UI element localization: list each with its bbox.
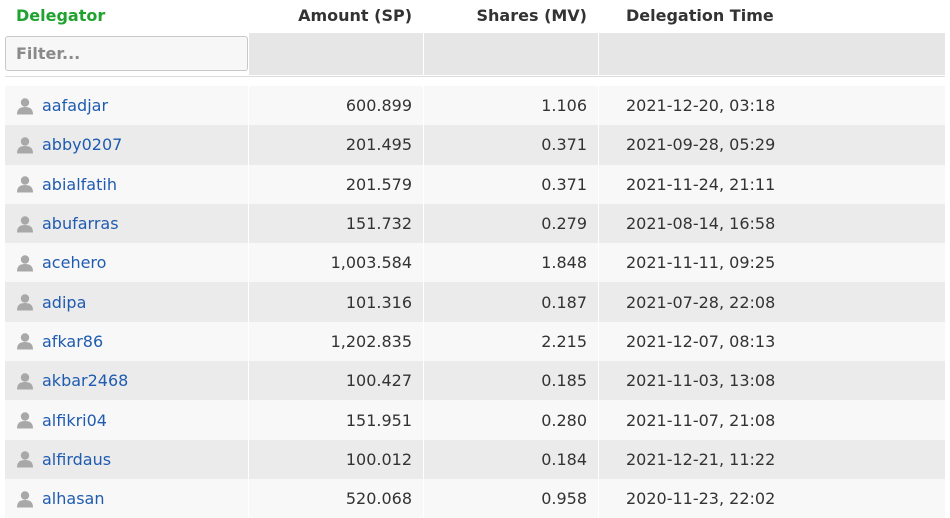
shares-cell: 2.215 (424, 321, 598, 362)
amount-cell: 520.068 (249, 478, 423, 518)
filter-cell-time (599, 33, 945, 75)
user-avatar-icon (16, 332, 34, 350)
delegation-time-cell: 2021-11-07, 21:08 (599, 400, 945, 440)
delegator-cell: adipa (5, 282, 248, 322)
delegator-link[interactable]: adipa (42, 293, 86, 312)
shares-cell: 0.280 (424, 400, 598, 440)
table-row: alhasan 520.068 0.958 2020-11-23, 22:02 (0, 478, 950, 518)
user-avatar-icon (16, 136, 34, 154)
shares-cell: 0.958 (424, 478, 598, 518)
delegator-link[interactable]: aafadjar (42, 96, 108, 115)
table-body: aafadjar 600.899 1.106 2021-12-20, 03:18 abb… (0, 86, 950, 518)
filter-cell-amount (249, 33, 423, 75)
delegation-time-cell: 2021-12-20, 03:18 (599, 86, 945, 126)
table-row: alfikri04 151.951 0.280 2021-11-07, 21:08 (0, 400, 950, 440)
amount-cell: 151.951 (249, 400, 423, 440)
delegator-link[interactable]: acehero (42, 253, 106, 272)
shares-cell: 1.106 (424, 86, 598, 126)
delegator-cell: alfikri04 (5, 400, 248, 440)
table-row: aafadjar 600.899 1.106 2021-12-20, 03:18 (0, 86, 950, 126)
amount-cell: 1,003.584 (249, 243, 423, 283)
table-row: abby0207 201.495 0.371 2021-09-28, 05:29 (0, 125, 950, 165)
delegator-link[interactable]: abby0207 (42, 135, 122, 154)
amount-cell: 201.495 (249, 125, 423, 165)
delegator-link[interactable]: abufarras (42, 214, 119, 233)
delegator-cell: afkar86 (5, 321, 248, 362)
column-header-delegation-time[interactable]: Delegation Time (599, 0, 945, 32)
amount-cell: 101.316 (249, 282, 423, 322)
delegator-link[interactable]: afkar86 (42, 332, 103, 351)
table-row: acehero 1,003.584 1.848 2021-11-11, 09:25 (0, 243, 950, 283)
shares-cell: 0.371 (424, 125, 598, 165)
delegator-cell: akbar2468 (5, 361, 248, 401)
delegator-cell: abby0207 (5, 125, 248, 165)
delegation-time-cell: 2021-12-21, 11:22 (599, 439, 945, 479)
user-avatar-icon (16, 490, 34, 508)
filter-cell-shares (424, 33, 598, 75)
user-avatar-icon (16, 175, 34, 193)
table-row: afkar86 1,202.835 2.215 2021-12-07, 08:13 (0, 321, 950, 362)
delegator-cell: aafadjar (5, 86, 248, 126)
table-row: akbar2468 100.427 0.185 2021-11-03, 13:08 (0, 361, 950, 401)
amount-cell: 100.012 (249, 439, 423, 479)
shares-cell: 0.279 (424, 203, 598, 244)
shares-cell: 0.185 (424, 361, 598, 401)
user-avatar-icon (16, 411, 34, 429)
delegator-cell: abialfatih (5, 164, 248, 204)
delegation-time-cell: 2021-11-11, 09:25 (599, 243, 945, 283)
delegator-link[interactable]: akbar2468 (42, 371, 128, 390)
delegator-cell: alfirdaus (5, 439, 248, 479)
delegation-time-cell: 2021-07-28, 22:08 (599, 282, 945, 322)
column-header-amount[interactable]: Amount (SP) (249, 0, 423, 32)
amount-cell: 100.427 (249, 361, 423, 401)
amount-cell: 600.899 (249, 86, 423, 126)
amount-cell: 201.579 (249, 164, 423, 204)
shares-cell: 1.848 (424, 243, 598, 283)
delegator-cell: abufarras (5, 203, 248, 244)
user-avatar-icon (16, 97, 34, 115)
delegator-cell: alhasan (5, 478, 248, 518)
table-row: alfirdaus 100.012 0.184 2021-12-21, 11:22 (0, 439, 950, 479)
delegation-time-cell: 2020-11-23, 22:02 (599, 478, 945, 518)
shares-cell: 0.187 (424, 282, 598, 322)
shares-cell: 0.184 (424, 439, 598, 479)
user-avatar-icon (16, 215, 34, 233)
delegation-time-cell: 2021-12-07, 08:13 (599, 321, 945, 362)
table-row: adipa 101.316 0.187 2021-07-28, 22:08 (0, 282, 950, 322)
table-row: abialfatih 201.579 0.371 2021-11-24, 21:11 (0, 164, 950, 204)
delegator-cell: acehero (5, 243, 248, 283)
amount-cell: 1,202.835 (249, 321, 423, 362)
delegations-table: Delegator Amount (SP) Shares (MV) Delega… (0, 0, 950, 518)
user-avatar-icon (16, 450, 34, 468)
header-divider (5, 76, 945, 77)
user-avatar-icon (16, 372, 34, 390)
delegator-link[interactable]: alfikri04 (42, 411, 107, 430)
table-row: abufarras 151.732 0.279 2021-08-14, 16:58 (0, 203, 950, 244)
delegation-time-cell: 2021-08-14, 16:58 (599, 203, 945, 244)
amount-cell: 151.732 (249, 203, 423, 244)
delegation-time-cell: 2021-11-24, 21:11 (599, 164, 945, 204)
user-avatar-icon (16, 254, 34, 272)
delegator-filter-input[interactable] (5, 36, 248, 71)
shares-cell: 0.371 (424, 164, 598, 204)
delegator-link[interactable]: alfirdaus (42, 450, 111, 469)
column-header-shares[interactable]: Shares (MV) (424, 0, 598, 32)
delegator-link[interactable]: alhasan (42, 489, 104, 508)
delegation-time-cell: 2021-11-03, 13:08 (599, 361, 945, 401)
user-avatar-icon (16, 293, 34, 311)
delegator-link[interactable]: abialfatih (42, 175, 117, 194)
column-header-delegator[interactable]: Delegator (5, 0, 248, 32)
delegation-time-cell: 2021-09-28, 05:29 (599, 125, 945, 165)
